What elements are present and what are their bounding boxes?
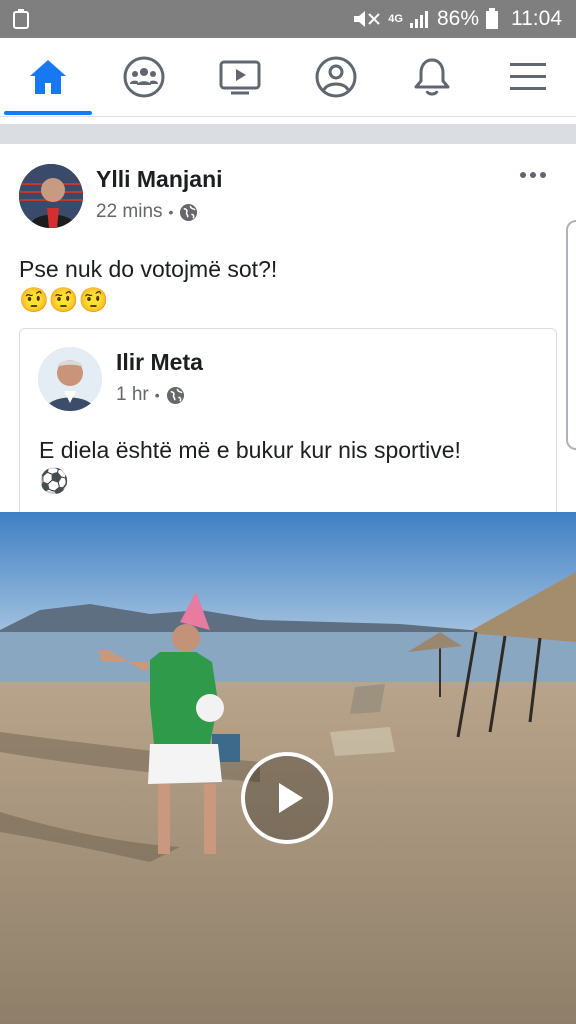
feed-divider bbox=[0, 124, 576, 144]
author-name[interactable]: Ylli Manjani bbox=[96, 166, 223, 193]
author-avatar[interactable] bbox=[19, 164, 83, 228]
top-navigation bbox=[0, 38, 576, 117]
tab-profile[interactable] bbox=[288, 38, 384, 116]
post-options-button[interactable] bbox=[520, 172, 546, 178]
globe-icon bbox=[180, 203, 198, 221]
post-text-line: Pse nuk do votojmë sot?! bbox=[19, 256, 278, 282]
mute-icon bbox=[354, 11, 380, 27]
video-icon bbox=[219, 60, 261, 95]
groups-icon bbox=[123, 56, 165, 98]
globe-icon bbox=[166, 386, 184, 404]
status-bar: 4G 86% 11:04 bbox=[0, 0, 576, 38]
active-tab-indicator bbox=[4, 111, 92, 115]
dot-icon bbox=[530, 172, 536, 178]
shared-post-time[interactable]: 1 hr bbox=[116, 384, 149, 406]
home-icon bbox=[30, 60, 66, 94]
meta-separator: • bbox=[168, 204, 174, 220]
battery-icon bbox=[486, 8, 498, 29]
profile-icon bbox=[315, 56, 357, 98]
battery-percent: 86% bbox=[436, 7, 479, 30]
tab-watch[interactable] bbox=[192, 38, 288, 116]
tab-menu[interactable] bbox=[480, 38, 576, 116]
shared-emoji: ⚽ bbox=[39, 468, 69, 495]
play-icon bbox=[279, 783, 303, 813]
scroll-handle[interactable] bbox=[566, 220, 576, 450]
shared-text-line: E diela është më e bukur kur nis sportiv… bbox=[39, 437, 461, 463]
post-meta: 22 mins • bbox=[96, 201, 198, 223]
dot-icon bbox=[520, 172, 526, 178]
shared-post-text: E diela është më e bukur kur nis sportiv… bbox=[39, 435, 461, 497]
dot-icon bbox=[540, 172, 546, 178]
bell-icon bbox=[414, 58, 450, 96]
feed-post: Ylli Manjani 22 mins • Pse nuk do votojm… bbox=[0, 144, 576, 1024]
post-emojis: 🤨🤨🤨 bbox=[19, 287, 109, 314]
recycle-icon bbox=[13, 9, 29, 29]
play-button[interactable] bbox=[241, 752, 333, 844]
signal-icon bbox=[409, 11, 428, 28]
tab-notifications[interactable] bbox=[384, 38, 480, 116]
shared-post-meta: 1 hr • bbox=[116, 384, 185, 406]
meta-separator: • bbox=[154, 387, 160, 403]
shared-author-name[interactable]: Ilir Meta bbox=[116, 349, 203, 376]
shared-author-avatar[interactable] bbox=[38, 347, 102, 411]
post-time[interactable]: 22 mins bbox=[96, 201, 163, 223]
network-label: 4G bbox=[388, 12, 403, 25]
menu-icon bbox=[510, 63, 546, 90]
tab-home[interactable] bbox=[0, 38, 96, 116]
clock: 11:04 bbox=[511, 7, 562, 30]
tab-groups[interactable] bbox=[96, 38, 192, 116]
shared-post[interactable]: Ilir Meta 1 hr • E diela është më e buku… bbox=[19, 328, 557, 519]
post-text: Pse nuk do votojmë sot?! 🤨🤨🤨 bbox=[19, 254, 277, 316]
